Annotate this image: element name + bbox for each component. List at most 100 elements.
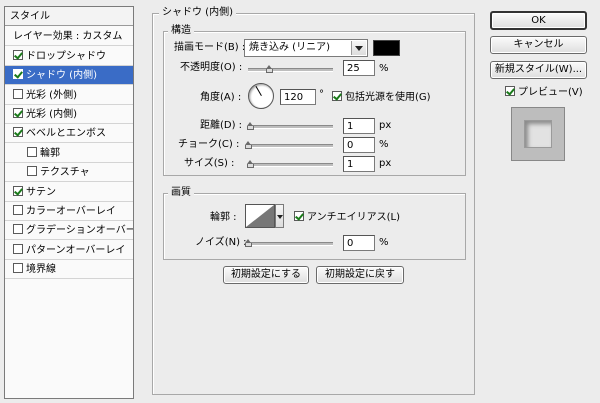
sidebar-item[interactable]: サテン xyxy=(5,183,133,202)
sidebar-item[interactable]: レイヤー効果 : カスタム xyxy=(5,27,133,47)
new-style-button[interactable]: 新規スタイル(W)... xyxy=(490,61,587,79)
sidebar-item[interactable]: ベベルとエンボス xyxy=(5,124,133,144)
blend-mode-label: 描画モード(B) : xyxy=(174,42,246,53)
sidebar-item-checkbox[interactable] xyxy=(27,146,37,157)
opacity-slider-thumb[interactable] xyxy=(265,65,273,73)
sidebar-item-label: サテン xyxy=(26,186,56,198)
sidebar-item-checkbox[interactable] xyxy=(13,205,23,215)
reset-default-button[interactable]: 初期設定に戻す xyxy=(316,266,404,284)
distance-slider-thumb[interactable] xyxy=(247,122,254,130)
checkmark-icon xyxy=(332,91,342,101)
sidebar-item-label: 光彩 (内側) xyxy=(26,109,77,120)
sidebar-item-label: 光彩 (外側) xyxy=(26,89,77,101)
choke-unit: % xyxy=(379,139,389,150)
noise-input[interactable]: 0 xyxy=(343,235,375,251)
choke-slider-track[interactable] xyxy=(248,144,333,148)
angle-dial-icon[interactable] xyxy=(248,83,274,109)
sidebar-item-label: ベベルとエンボス xyxy=(26,128,106,140)
sidebar-item-checkbox[interactable] xyxy=(27,166,37,177)
global-light-checkbox[interactable]: 包括光源を使用(G) xyxy=(332,91,431,105)
sidebar-item-checkbox[interactable] xyxy=(13,185,23,196)
contour-label: 輪郭 : xyxy=(210,212,237,223)
sidebar-item[interactable]: テクスチャ xyxy=(5,163,133,183)
distance-value: 1 xyxy=(347,121,354,132)
panel-title: シャドウ (内側) xyxy=(159,7,236,19)
sidebar-item[interactable]: 光彩 (内側) xyxy=(5,105,133,124)
angle-unit: ° xyxy=(319,89,324,100)
angle-value: 120 xyxy=(284,92,304,103)
opacity-value: 25 xyxy=(347,63,360,74)
noise-label: ノイズ(N) : xyxy=(195,237,247,248)
structure-group-title: 構造 xyxy=(168,25,194,37)
contour-dropdown-button[interactable] xyxy=(275,204,284,228)
angle-dial-hand xyxy=(255,85,262,96)
sidebar-item[interactable]: 輪郭 xyxy=(5,144,133,163)
size-unit: px xyxy=(379,158,392,169)
styles-list: スタイル レイヤー効果 : カスタム ドロップシャドウ シャドウ (内側) 光彩 (外… xyxy=(4,6,134,399)
ok-button[interactable]: OK xyxy=(490,11,587,30)
sidebar-item[interactable]: ドロップシャドウ xyxy=(5,47,133,66)
make-default-button[interactable]: 初期設定にする xyxy=(223,266,309,284)
noise-slider-thumb[interactable] xyxy=(245,239,252,247)
effect-preview-swatch xyxy=(524,120,552,148)
noise-slider-track[interactable] xyxy=(248,242,333,246)
noise-unit: % xyxy=(379,237,389,248)
sidebar-item-checkbox[interactable] xyxy=(13,224,23,235)
sidebar-item-checkbox[interactable] xyxy=(13,88,23,99)
global-light-label: 包括光源を使用(G) xyxy=(345,92,431,103)
blend-mode-select[interactable]: 焼き込み (リニア) xyxy=(244,39,368,57)
checkmark-icon xyxy=(294,211,304,221)
choke-input[interactable]: 0 xyxy=(343,137,375,153)
angle-input[interactable]: 120 xyxy=(280,89,316,105)
opacity-input[interactable]: 25 xyxy=(343,60,375,76)
angle-label: 角度(A) : xyxy=(200,92,242,103)
sidebar-item-checkbox[interactable] xyxy=(13,243,23,254)
make-default-label: 初期設定にする xyxy=(230,269,302,280)
ok-label: OK xyxy=(531,15,546,26)
sidebar-item-label: グラデーションオーバーレイ xyxy=(26,225,133,237)
sidebar-item-label: シャドウ (内側) xyxy=(26,70,97,82)
blend-mode-value: 焼き込み (リニア) xyxy=(249,42,330,53)
sidebar-item-label: 境界線 xyxy=(26,264,56,276)
effect-preview xyxy=(511,107,565,161)
distance-label: 距離(D) : xyxy=(200,120,243,131)
cancel-label: キャンセル xyxy=(513,39,564,50)
chevron-down-icon xyxy=(351,41,366,55)
quality-group-title: 画質 xyxy=(168,187,194,199)
opacity-slider-track[interactable] xyxy=(248,68,333,72)
sidebar-item[interactable]: シャドウ (内側) xyxy=(5,66,133,86)
antialias-label: アンチエイリアス(L) xyxy=(307,212,400,223)
sidebar-item[interactable]: 光彩 (外側) xyxy=(5,86,133,105)
distance-input[interactable]: 1 xyxy=(343,118,375,134)
sidebar-item-checkbox[interactable] xyxy=(13,108,23,118)
opacity-unit: % xyxy=(379,63,389,74)
contour-curve-icon[interactable] xyxy=(245,204,275,228)
sidebar-item-checkbox[interactable] xyxy=(13,127,23,138)
distance-unit: px xyxy=(379,120,392,131)
sidebar-item-checkbox[interactable] xyxy=(13,49,23,60)
shadow-color-swatch[interactable] xyxy=(373,40,400,56)
preview-checkbox[interactable]: プレビュー(V) xyxy=(505,86,583,100)
size-slider-track[interactable] xyxy=(248,163,333,167)
styles-list-header[interactable]: スタイル xyxy=(5,7,133,26)
sidebar-item-label: 輪郭 xyxy=(40,147,60,159)
choke-value: 0 xyxy=(347,140,354,151)
sidebar-item-checkbox[interactable] xyxy=(13,263,23,274)
sidebar-item-label: ドロップシャドウ xyxy=(26,50,106,62)
distance-slider-track[interactable] xyxy=(248,125,333,129)
sidebar-item-label: レイヤー効果 : カスタム xyxy=(13,31,123,43)
contour-curve-fill xyxy=(246,205,274,227)
size-input[interactable]: 1 xyxy=(343,156,375,172)
antialias-checkbox[interactable]: アンチエイリアス(L) xyxy=(294,211,400,225)
sidebar-item[interactable]: パターンオーバーレイ xyxy=(5,241,133,260)
sidebar-item-checkbox[interactable] xyxy=(13,69,23,80)
choke-label: チョーク(C) : xyxy=(178,139,240,150)
sidebar-item[interactable]: カラーオーバーレイ xyxy=(5,202,133,221)
sidebar-item[interactable]: 境界線 xyxy=(5,260,133,280)
noise-value: 0 xyxy=(347,238,354,249)
cancel-button[interactable]: キャンセル xyxy=(490,36,587,54)
size-slider-thumb[interactable] xyxy=(247,160,254,168)
size-value: 1 xyxy=(347,159,354,170)
choke-slider-thumb[interactable] xyxy=(245,141,252,149)
sidebar-item[interactable]: グラデーションオーバーレイ xyxy=(5,221,133,241)
